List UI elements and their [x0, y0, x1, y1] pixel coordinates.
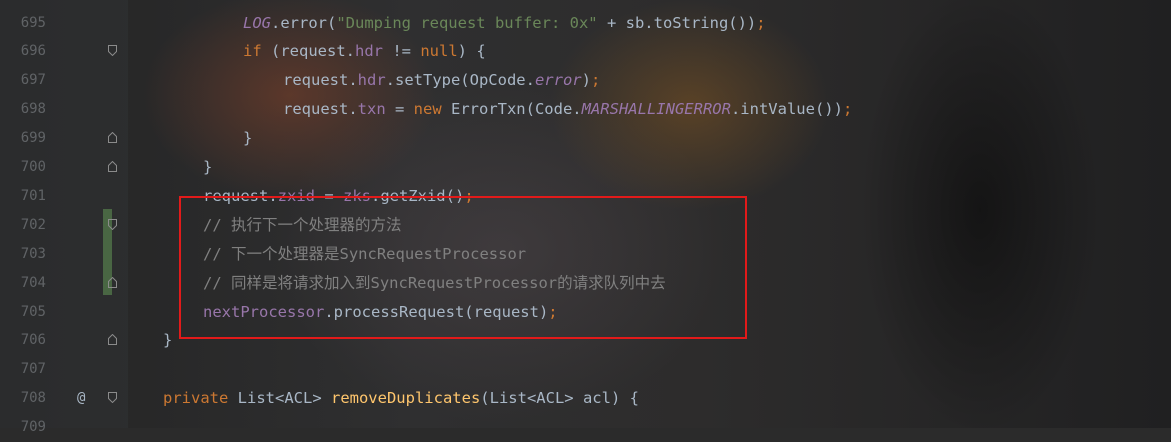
code-line[interactable]: 695 LOG.error("Dumping request buffer: 0x… — [0, 9, 1171, 38]
code-text[interactable]: // 同样是将请求加入到SyncRequestProcessor的请求队列中去 — [203, 269, 666, 298]
code-token: ) — [581, 71, 591, 90]
code-token: (List<ACL> acl) { — [480, 389, 639, 408]
code-text[interactable]: request.hdr.setType(OpCode.error); — [283, 66, 600, 95]
code-token: // 执行下一个处理器的方法 — [203, 215, 402, 234]
code-token: hdr — [357, 71, 386, 90]
code-token: .getZxid() — [370, 186, 465, 205]
code-token: ErrorTxn(Code. — [441, 100, 582, 119]
line-number[interactable]: 697 — [0, 66, 46, 95]
line-number[interactable]: 700 — [0, 153, 46, 182]
code-token: // 下一个处理器是SyncRequestProcessor — [203, 244, 527, 263]
code-token: (request. — [261, 42, 355, 61]
code-text[interactable]: } — [163, 326, 172, 355]
code-line[interactable]: 708 @ private List<ACL> removeDuplicates(L… — [0, 384, 1171, 413]
code-token: .setType(OpCode. — [385, 71, 535, 90]
code-token: List<ACL> — [228, 389, 331, 408]
line-number[interactable]: 695 — [0, 9, 46, 38]
code-line[interactable]: 700} — [0, 153, 1171, 182]
code-token: null — [420, 42, 458, 61]
code-line[interactable]: 704 // 同样是将请求加入到SyncRequestProcessor的请求队列… — [0, 269, 1171, 298]
code-token: hdr — [355, 42, 383, 61]
code-token: ; — [464, 186, 474, 205]
fold-open-icon[interactable] — [108, 392, 117, 404]
code-text[interactable]: // 下一个处理器是SyncRequestProcessor — [203, 240, 526, 269]
code-token: MARSHALLINGERROR — [581, 100, 731, 119]
code-token: txn — [357, 100, 386, 119]
code-text[interactable]: nextProcessor.processRequest(request); — [203, 298, 558, 327]
code-token: LOG — [243, 13, 271, 32]
code-token: .error( — [271, 13, 337, 32]
line-number[interactable]: 704 — [0, 269, 46, 298]
code-token: } — [163, 331, 173, 350]
code-token: private — [163, 389, 229, 408]
override-annotation-icon[interactable]: @ — [77, 384, 85, 413]
code-token: .processRequest(request) — [324, 302, 549, 321]
code-token: request. — [203, 186, 278, 205]
code-line[interactable]: 701 request.zxid = zks.getZxid(); — [0, 182, 1171, 211]
code-token: = — [385, 100, 414, 119]
code-line[interactable]: 696 if (request.hdr != null) { — [0, 37, 1171, 66]
code-token: = — [314, 186, 343, 205]
fold-open-icon[interactable] — [108, 218, 117, 230]
code-token: request. — [283, 100, 358, 119]
code-line[interactable]: 707 — [0, 355, 1171, 384]
code-text[interactable]: if (request.hdr != null) { — [243, 37, 486, 66]
code-token: "Dumping request buffer: 0x" — [336, 13, 598, 32]
code-token: ; — [590, 71, 601, 90]
code-text[interactable]: // 执行下一个处理器的方法 — [203, 211, 402, 240]
line-number[interactable]: 702 — [0, 211, 46, 240]
code-text[interactable]: request.zxid = zks.getZxid(); — [203, 182, 474, 211]
line-number[interactable]: 707 — [0, 355, 46, 384]
code-token: .intValue()) — [730, 100, 843, 119]
line-number[interactable]: 703 — [0, 240, 46, 269]
code-line[interactable]: 698 request.txn = new ErrorTxn(Code.MARSH… — [0, 95, 1171, 124]
code-text[interactable]: private List<ACL> removeDuplicates(List<… — [163, 384, 639, 413]
code-token: ; — [842, 100, 853, 119]
code-token: zks — [342, 186, 371, 205]
line-number[interactable]: 701 — [0, 182, 46, 211]
line-number[interactable]: 705 — [0, 298, 46, 327]
fold-close-icon[interactable] — [108, 276, 117, 288]
code-token: removeDuplicates — [330, 389, 481, 408]
code-line[interactable]: 703 // 下一个处理器是SyncRequestProcessor — [0, 240, 1171, 269]
code-token: new — [413, 100, 442, 119]
code-token: ; — [548, 302, 558, 321]
fold-close-icon[interactable] — [108, 132, 117, 144]
fold-close-icon[interactable] — [108, 161, 117, 172]
code-text[interactable]: request.txn = new ErrorTxn(Code.MARSHALL… — [283, 95, 852, 124]
code-token: error — [534, 71, 582, 90]
line-number[interactable]: 699 — [0, 124, 46, 153]
code-text[interactable]: } — [203, 153, 212, 182]
code-token: request. — [283, 71, 358, 90]
fold-close-icon[interactable] — [108, 334, 117, 346]
code-token: zxid — [277, 186, 315, 205]
line-number[interactable]: 708 — [0, 384, 46, 413]
line-number[interactable]: 706 — [0, 326, 46, 355]
code-line[interactable]: 702 // 执行下一个处理器的方法 — [0, 211, 1171, 240]
line-number[interactable]: 698 — [0, 95, 46, 124]
code-text[interactable]: } — [243, 124, 252, 153]
fold-open-icon[interactable] — [108, 45, 117, 57]
code-text[interactable]: LOG.error("Dumping request buffer: 0x" +… — [243, 9, 766, 38]
line-number[interactable]: 696 — [0, 37, 46, 66]
code-line[interactable]: 705 nextProcessor.processRequest(request)… — [0, 298, 1171, 327]
code-token: + sb.toString()) — [597, 13, 757, 32]
code-line[interactable]: 699} — [0, 124, 1171, 153]
code-token: } — [203, 158, 213, 176]
code-token: nextProcessor — [203, 302, 325, 321]
code-token: if — [243, 42, 262, 61]
code-line[interactable]: 697 request.hdr.setType(OpCode.error); — [0, 66, 1171, 95]
code-line[interactable]: 706} — [0, 326, 1171, 355]
code-token: ; — [756, 13, 766, 32]
code-token: ) { — [457, 42, 486, 61]
code-token: // 同样是将请求加入到SyncRequestProcessor的请求队列中去 — [203, 273, 666, 292]
code-token: } — [243, 129, 253, 148]
code-token: != — [383, 42, 421, 61]
code-editor[interactable]: 695 LOG.error("Dumping request buffer: 0x… — [0, 0, 1171, 436]
